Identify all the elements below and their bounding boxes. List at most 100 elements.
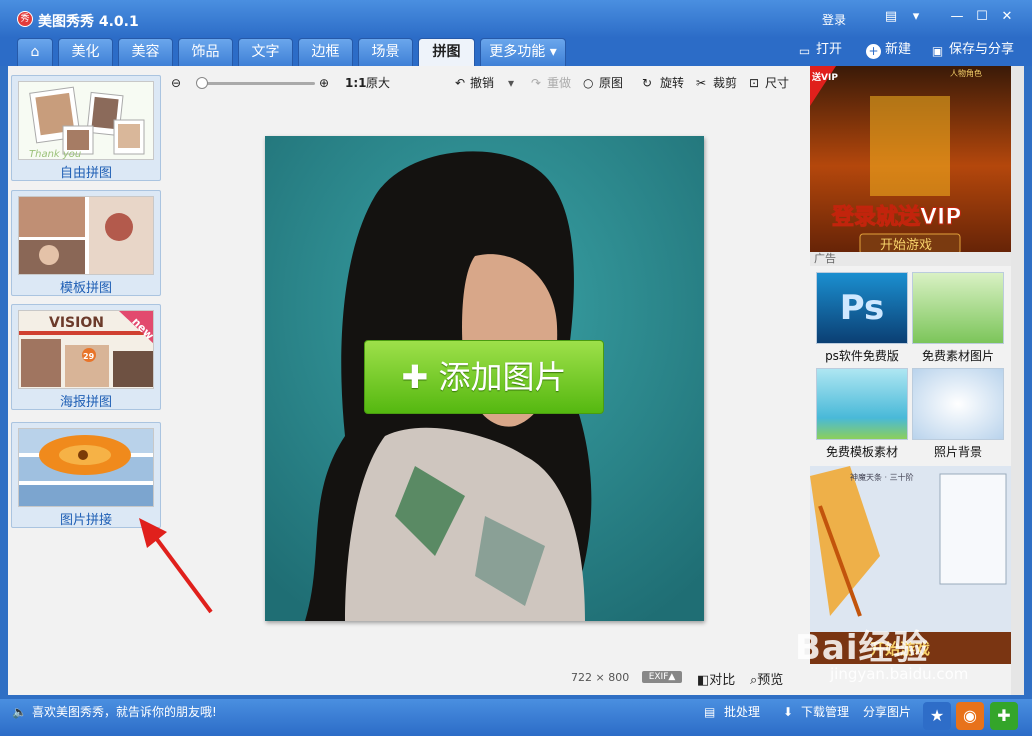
vip-ad-top-text: 人物角色 <box>950 68 982 78</box>
batch-icon: ▤ <box>704 705 716 719</box>
batch-button[interactable]: 批处理 <box>724 705 760 719</box>
exif-button[interactable]: EXIF▲ <box>642 671 682 683</box>
resize-button[interactable]: 尺寸 <box>765 76 789 90</box>
poster-collage-thumbnail: VISION 29 new <box>18 310 154 389</box>
close-icon[interactable]: ✕ <box>1000 10 1014 24</box>
poster-number: 29 <box>83 352 95 361</box>
tab-frame[interactable]: 边框 <box>298 38 353 66</box>
tab-beauty[interactable]: 美容 <box>118 38 173 66</box>
app-logo-icon: 秀 <box>17 11 33 27</box>
zoom-in-icon[interactable]: ⊕ <box>319 76 329 90</box>
tab-accessories[interactable]: 饰品 <box>178 38 233 66</box>
tab-scene[interactable]: 场景 <box>358 38 413 66</box>
app-title: 美图秀秀 4.0.1 <box>38 14 139 30</box>
tab-home[interactable]: ⌂ <box>17 38 53 66</box>
baidu-watermark: Bai经验 <box>795 628 929 668</box>
resource-label: ps软件免费版 <box>825 349 899 363</box>
new-label: 新建 <box>885 42 912 57</box>
resource-label: 免费素材图片 <box>921 349 994 363</box>
compare-label: 对比 <box>709 673 736 688</box>
template-collage-thumbnail <box>18 196 154 275</box>
right-panel: 送VIP 人物角色 登录就送VIP 开始游戏 广告 Ps ps软件免费版 免费素… <box>810 66 1011 695</box>
poster-collage-label: 海报拼图 <box>59 395 112 410</box>
resize-icon[interactable]: ⊡ <box>749 76 759 90</box>
preview-label: 预览 <box>757 673 784 688</box>
vip-ad-banner[interactable]: 送VIP 人物角色 登录就送VIP 开始游戏 <box>810 66 1011 266</box>
thank-you-text: Thank you <box>29 149 81 160</box>
maximize-icon[interactable]: ☐ <box>975 10 989 24</box>
poster-collage-thumb-art: VISION 29 new <box>19 311 153 387</box>
add-image-button[interactable]: ✚ 添加图片 <box>364 340 604 414</box>
add-image-label: 添加图片 <box>438 358 567 396</box>
open-button[interactable]: ▭ 打开 <box>797 42 842 59</box>
open-label: 打开 <box>816 42 843 57</box>
free-collage-label: 自由拼图 <box>59 166 112 181</box>
zoom-out-icon[interactable]: ⊖ <box>171 76 181 90</box>
vip-ad-corner-text: 送VIP <box>811 71 838 83</box>
canvas-toolbar: ⊖ ⊕ 1:1 原大 ↶ 撤销 ▾ ↷ 重做 ○ 原图 ↻ 旋转 ✂ 裁剪 ⊡ … <box>165 66 810 96</box>
actual-size-icon[interactable]: 1:1 <box>345 76 367 90</box>
login-link[interactable]: 登录 <box>822 11 846 28</box>
vip-ad-art: 送VIP 人物角色 登录就送VIP 开始游戏 <box>810 66 1011 266</box>
save-share-button[interactable]: ▣ 保存与分享 <box>930 42 1014 59</box>
image-dimensions: 722 × 800 <box>571 671 629 684</box>
vip-ad-start-game: 开始游戏 <box>880 238 932 253</box>
chevron-down-icon: ▾ <box>549 44 557 60</box>
folder-icon: ▭ <box>798 44 811 58</box>
main-area: Thank you 自由拼图 模板拼图 VISION 29 new 海报拼图 图… <box>8 66 1024 695</box>
preview-button[interactable]: ⌕预览 <box>750 669 783 688</box>
background-thumbnail <box>912 368 1004 440</box>
undo-dropdown-icon[interactable]: ▾ <box>508 76 514 90</box>
tab-more[interactable]: 更多功能 ▾ <box>480 38 566 66</box>
flowers-thumbnail <box>912 272 1004 344</box>
template-collage-label: 模板拼图 <box>59 281 112 296</box>
sidebar-item-image-stitch[interactable]: 图片拼接 <box>11 422 161 528</box>
rotate-button[interactable]: 旋转 <box>660 76 684 90</box>
compare-icon: ◧ <box>697 673 710 688</box>
minimize-icon[interactable]: — <box>950 10 964 24</box>
ad-label: 广告 <box>810 252 1011 266</box>
image-stitch-thumbnail <box>18 428 154 507</box>
vision-text: VISION <box>49 315 104 331</box>
rotate-icon[interactable]: ↻ <box>642 76 652 90</box>
sidebar-item-free-collage[interactable]: Thank you 自由拼图 <box>11 75 161 181</box>
title-bar: 秀 美图秀秀 4.0.1 登录 ▤ ▾ — ☐ ✕ <box>0 0 1032 38</box>
tab-collage[interactable]: 拼图 <box>418 38 475 66</box>
right-scrollbar[interactable] <box>1011 66 1024 695</box>
weibo-icon[interactable]: ◉ <box>956 702 984 730</box>
save-icon: ▣ <box>931 44 944 58</box>
message-icon[interactable]: ▤ <box>884 10 898 24</box>
home-icon: ⌂ <box>30 44 40 60</box>
free-collage-thumb-art: Thank you <box>29 86 145 160</box>
new-button[interactable]: + 新建 <box>866 42 911 59</box>
plus-icon: ✚ <box>401 358 429 396</box>
download-manager-button[interactable]: 下载管理 <box>801 705 849 719</box>
original-button[interactable]: 原图 <box>599 76 623 90</box>
undo-icon[interactable]: ↶ <box>455 76 465 90</box>
resource-label: 免费模板素材 <box>825 445 898 459</box>
tab-beautify[interactable]: 美化 <box>58 38 113 66</box>
share-image-button[interactable]: 分享图片 <box>863 705 911 719</box>
template-collage-thumb-art <box>19 197 153 274</box>
crop-icon[interactable]: ✂ <box>696 76 706 90</box>
compare-button[interactable]: ◧对比 <box>697 669 735 688</box>
download-icon: ⬇ <box>783 705 794 719</box>
undo-button[interactable]: 撤销 <box>470 76 494 90</box>
qzone-star-icon[interactable]: ★ <box>923 702 951 730</box>
zoom-slider-handle[interactable] <box>196 77 208 89</box>
add-more-icon[interactable]: ✚ <box>990 702 1018 730</box>
menu-icon[interactable]: ▾ <box>909 10 923 24</box>
sidebar-item-poster-collage[interactable]: VISION 29 new 海报拼图 <box>11 304 161 410</box>
tab-text[interactable]: 文字 <box>238 38 293 66</box>
save-share-label: 保存与分享 <box>949 42 1015 57</box>
status-message[interactable]: 喜欢美图秀秀，就告诉你的朋友哦! <box>32 705 217 719</box>
original-icon[interactable]: ○ <box>583 76 593 90</box>
baidu-watermark-url: jingyan.baidu.com <box>830 665 969 683</box>
image-height: 800 <box>608 671 630 684</box>
actual-size-button[interactable]: 原大 <box>366 76 390 90</box>
ps-icon: Ps <box>816 272 908 344</box>
zoom-slider[interactable] <box>196 77 315 89</box>
crop-button[interactable]: 裁剪 <box>713 76 737 90</box>
sidebar-item-template-collage[interactable]: 模板拼图 <box>11 190 161 296</box>
speaker-icon: 🔈 <box>12 705 27 719</box>
